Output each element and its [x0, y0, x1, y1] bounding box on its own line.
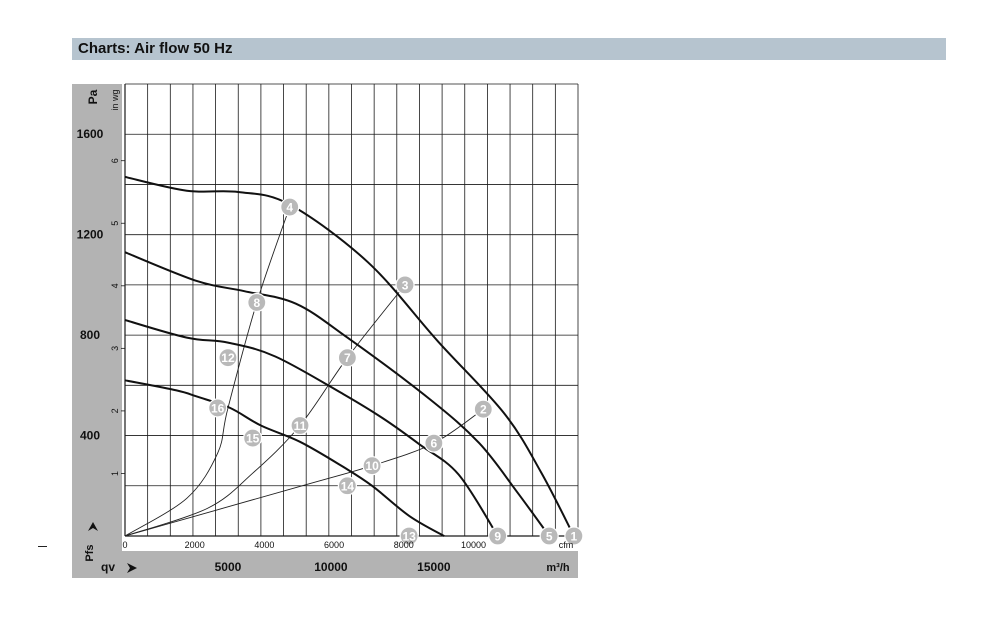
m3h-tick-label: 10000: [314, 560, 348, 574]
m3h-unit-label: m³/h: [546, 562, 570, 574]
point-label-11: 11: [294, 419, 307, 433]
pfs-axis-label: Pfs: [84, 544, 96, 561]
cfm-tick-label: 10000: [461, 540, 486, 550]
cfm-unit-label: cfm: [559, 540, 574, 550]
left-axis-tick-label: 1600: [77, 127, 104, 141]
point-label-16: 16: [211, 401, 225, 415]
inner-axis-tick-label: 2: [110, 408, 120, 413]
point-label-7: 7: [344, 351, 351, 365]
point-label-15: 15: [246, 432, 260, 446]
dash-mark: [38, 546, 47, 547]
point-label-2: 2: [480, 403, 487, 417]
cfm-tick-label: 0: [122, 540, 127, 550]
inner-axis-tick-label: 3: [110, 346, 120, 351]
point-label-14: 14: [341, 479, 355, 493]
point-label-6: 6: [431, 437, 438, 451]
fan-curve-chart: 12345678910111213141516Pa40080012001600i…: [72, 83, 584, 578]
cfm-tick-label: 8000: [394, 540, 414, 550]
m3h-tick-label: 15000: [417, 560, 451, 574]
inner-axis-tick-label: 1: [110, 471, 120, 476]
point-label-9: 9: [494, 530, 501, 544]
cfm-tick-label: 6000: [324, 540, 344, 550]
point-label-8: 8: [253, 296, 260, 310]
qv-axis-label: qv: [101, 560, 115, 574]
point-label-3: 3: [402, 278, 409, 292]
point-label-12: 12: [221, 351, 235, 365]
point-label-5: 5: [546, 530, 553, 544]
cfm-tick-label: 2000: [185, 540, 205, 550]
cfm-tick-label: 4000: [254, 540, 274, 550]
m3h-tick-label: 5000: [215, 560, 242, 574]
inner-axis-tick-label: 4: [110, 283, 120, 288]
point-label-10: 10: [365, 459, 379, 473]
point-label-4: 4: [286, 201, 293, 215]
left-axis-tick-label: 1200: [77, 228, 104, 242]
left-axis-tick-label: 400: [80, 429, 100, 443]
inner-axis-tick-label: 6: [110, 158, 120, 163]
inner-axis-label: in wg: [110, 89, 120, 110]
left-axis-tick-label: 800: [80, 328, 100, 342]
inner-axis-tick-label: 5: [110, 221, 120, 226]
left-axis-label: Pa: [86, 89, 100, 104]
